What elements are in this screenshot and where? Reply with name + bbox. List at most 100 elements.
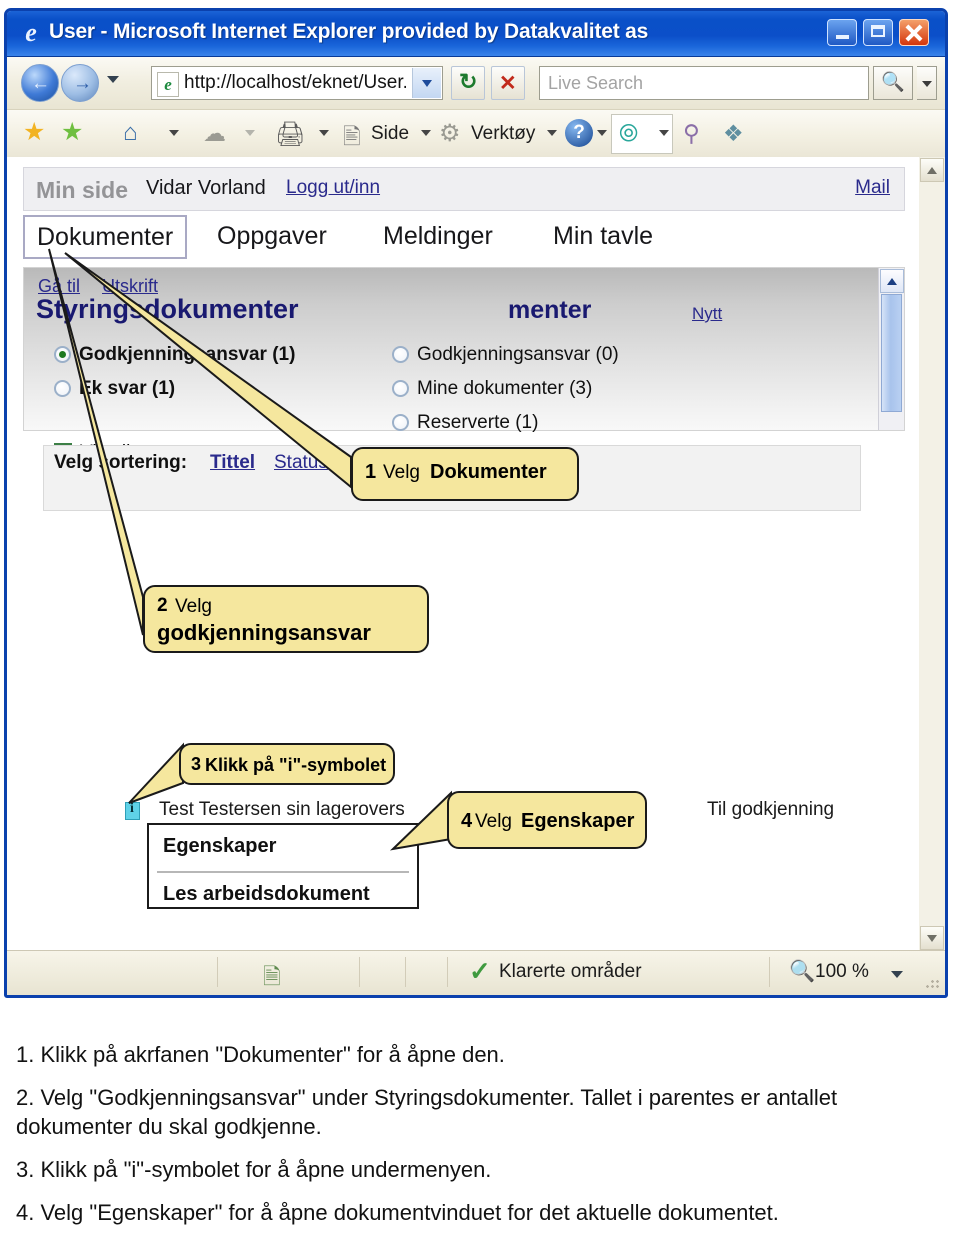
instruction-step-1: 1. Klikk på akrfanen "Dokumenter" for å …	[16, 1042, 505, 1067]
info-icon-glyph: i	[130, 801, 134, 816]
callout-4-velg-egenskaper: 4 Velg Egenskaper	[447, 791, 647, 849]
panel-scroll-up-button[interactable]	[880, 269, 904, 293]
address-input[interactable]: e http://localhost/eknet/User.	[151, 66, 443, 100]
help-icon[interactable]: ?	[565, 119, 593, 147]
tools-menu-dropdown-icon[interactable]	[547, 130, 557, 136]
home-icon[interactable]: ⌂	[123, 119, 138, 147]
document-status: Til godkjenning	[707, 799, 835, 820]
home-dropdown-icon[interactable]	[169, 130, 179, 136]
minimize-button[interactable]	[827, 19, 857, 46]
rss-feed-icon[interactable]: ☁	[203, 120, 226, 147]
mail-link[interactable]: Mail	[855, 177, 890, 199]
close-button[interactable]	[899, 19, 929, 46]
dokumenter-heading: menter	[508, 296, 592, 324]
help-dropdown-icon[interactable]	[597, 130, 607, 136]
address-dropdown-icon[interactable]	[412, 68, 441, 98]
back-button[interactable]: ←	[21, 64, 59, 102]
sort-by-status-link[interactable]: Status	[274, 452, 328, 474]
browser-scrollbar[interactable]	[918, 157, 945, 951]
info-icon[interactable]: i	[125, 801, 140, 820]
zoom-dropdown-icon[interactable]	[891, 971, 903, 978]
document-title[interactable]: Test Testersen sin lagerovers	[159, 799, 405, 821]
internet-explorer-icon: e	[25, 18, 37, 47]
radio-button-icon[interactable]	[54, 380, 71, 397]
document-context-menu: Egenskaper Les arbeidsdokument	[147, 823, 419, 909]
tools-menu-label[interactable]: Verktøy	[471, 117, 535, 151]
menu-item-egenskaper[interactable]: Egenskaper	[163, 835, 276, 858]
search-input[interactable]: Live Search	[539, 66, 869, 100]
gear-icon[interactable]: ⚙	[439, 119, 461, 148]
page-tabs: Dokumenter Oppgaver Meldinger Min tavle	[23, 215, 905, 259]
callout-3-klikk-i-symbolet: 3 Klikk på "i"-symbolet	[179, 743, 395, 785]
tab-dokumenter[interactable]: Dokumenter	[23, 215, 188, 259]
favorites-star-icon[interactable]: ★	[23, 120, 45, 145]
callout-2-velg-godkjenningsansvar: 2 Velg godkjenningsansvar	[143, 585, 429, 653]
styringsdokumenter-heading: Styringsdokumenter	[36, 294, 299, 324]
callout-text-bold: Egenskaper	[521, 810, 635, 832]
zoom-level-label[interactable]: 100 %	[815, 961, 869, 983]
radio-button-icon[interactable]	[392, 380, 409, 397]
address-url-text: http://localhost/eknet/User.	[184, 72, 406, 93]
username-label: Vidar Vorland	[146, 177, 266, 199]
research-icon[interactable]: ⚲	[683, 120, 700, 147]
chevron-up-icon	[927, 167, 937, 174]
security-zone-label: Klarerte områder	[499, 961, 642, 982]
stop-button[interactable]	[491, 66, 525, 100]
radio-button-icon[interactable]	[392, 346, 409, 363]
sort-by-tittel-link[interactable]: Tittel	[210, 452, 255, 474]
sorting-label: Velg sortering:	[54, 452, 188, 473]
scroll-down-button[interactable]	[920, 926, 944, 950]
radio-label: Godkjenningsansvar (1)	[79, 344, 296, 365]
callout-1-velg-dokumenter: 1 Velg Dokumenter	[351, 447, 579, 501]
search-provider-dropdown-icon[interactable]	[917, 66, 937, 100]
forward-arrow-icon: →	[73, 73, 92, 94]
radio-button-icon[interactable]	[392, 414, 409, 431]
callout-text: Velg	[475, 811, 512, 832]
instructions-list: 1. Klikk på akrfanen "Dokumenter" for å …	[16, 1040, 946, 1241]
tab-min-tavle[interactable]: Min tavle	[553, 215, 653, 257]
messenger-dropdown-icon[interactable]	[659, 130, 669, 136]
addon-icon[interactable]: ❖	[723, 120, 744, 147]
instruction-step-4: 4. Velg "Egenskaper" for å åpne dokument…	[16, 1200, 779, 1226]
callout-number: 2	[157, 595, 168, 616]
check-icon: ✓	[469, 956, 491, 986]
callout-number: 1	[365, 461, 377, 483]
forward-button[interactable]: →	[61, 64, 99, 102]
page-favicon-icon: e	[157, 72, 179, 97]
scroll-up-button[interactable]	[920, 158, 944, 182]
page-menu-label[interactable]: Side	[371, 117, 409, 151]
callout-text: Velg	[383, 462, 420, 483]
chevron-down-icon	[927, 935, 937, 942]
refresh-button[interactable]	[451, 66, 485, 100]
print-dropdown-icon[interactable]	[319, 130, 329, 136]
page-menu-icon[interactable]: 🖹	[343, 120, 361, 158]
instruction-step-2: 2. Velg "Godkjenningsansvar" under Styri…	[16, 1085, 838, 1140]
add-favorite-star-icon[interactable]: ★	[61, 120, 83, 145]
radio-label: Mine dokumenter (3)	[417, 378, 593, 399]
zoom-icon[interactable]: 🔍	[789, 960, 815, 984]
messenger-icon[interactable]: ⦾	[619, 120, 638, 148]
logout-link[interactable]: Logg ut/inn	[286, 177, 380, 199]
menu-item-les-arbeidsdokument[interactable]: Les arbeidsdokument	[163, 883, 370, 906]
history-dropdown-icon[interactable]	[107, 76, 119, 83]
resize-grip[interactable]	[925, 976, 939, 990]
nytt-link[interactable]: Nytt	[692, 304, 722, 324]
callout-text-bold: godkjenningsansvar	[157, 620, 371, 645]
radio-label: Ek svar (1)	[79, 378, 176, 399]
page-header-bar: Min side Vidar Vorland Logg ut/inn Mail	[23, 167, 905, 211]
page-content: Min side Vidar Vorland Logg ut/inn Mail …	[7, 157, 919, 951]
panel-scrollbar[interactable]	[878, 268, 904, 430]
callout-text-bold: Klikk på "i"-symbolet	[205, 755, 387, 775]
search-go-icon[interactable]	[873, 66, 913, 100]
search-placeholder-text: Live Search	[548, 73, 644, 93]
back-arrow-icon: ←	[31, 73, 50, 94]
title-bar: e User - Microsoft Internet Explorer pro…	[7, 11, 945, 57]
tab-oppgaver[interactable]: Oppgaver	[217, 215, 327, 257]
panel-scroll-thumb[interactable]	[881, 294, 902, 412]
page-menu-dropdown-icon[interactable]	[421, 130, 431, 136]
status-bar: 🗎 ✓ Klarerte områder 🔍 100 %	[7, 950, 945, 995]
tab-meldinger[interactable]: Meldinger	[383, 215, 493, 257]
print-icon[interactable]: 🖨	[275, 120, 305, 149]
radio-button-icon[interactable]	[54, 346, 71, 363]
maximize-button[interactable]	[863, 19, 893, 46]
